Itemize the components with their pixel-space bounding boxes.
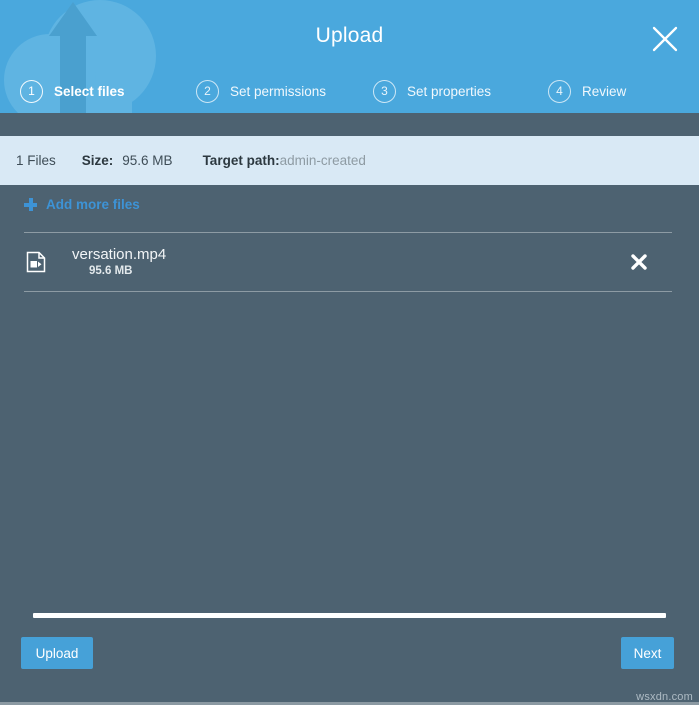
step-label: Review	[582, 83, 627, 99]
step-label: Set properties	[407, 83, 492, 99]
step-number: 2	[196, 79, 219, 103]
file-selection-panel: Add more files versation.mp4 95.6 MB	[0, 185, 699, 705]
step-label: Select files	[54, 83, 125, 99]
target-path-label: Target path:	[202, 153, 280, 168]
file-list: versation.mp4 95.6 MB	[24, 232, 672, 292]
file-count-label: 1 Files	[16, 153, 56, 168]
page-title: Upload	[315, 24, 384, 47]
remove-file-icon[interactable]	[630, 253, 648, 271]
step-set-properties[interactable]: 3 Set properties	[373, 74, 491, 108]
step-label: Set permissions	[230, 83, 327, 99]
file-size: 95.6 MB	[89, 264, 133, 277]
video-file-icon	[26, 251, 46, 273]
add-more-files-button[interactable]: Add more files	[24, 197, 140, 212]
file-name: versation.mp4	[72, 245, 167, 263]
step-indicator: 1 Select files 2 Set permissions 3 Set p…	[0, 74, 699, 108]
step-number: 1	[20, 79, 43, 103]
step-number: 3	[373, 79, 396, 103]
upload-progress-bar	[33, 613, 666, 618]
step-review[interactable]: 4 Review	[548, 74, 626, 108]
close-icon[interactable]	[649, 23, 681, 55]
target-path-value: admin-created	[279, 153, 366, 168]
step-set-permissions[interactable]: 2 Set permissions	[196, 74, 326, 108]
file-info: versation.mp4 95.6 MB	[72, 246, 166, 279]
table-row[interactable]: versation.mp4 95.6 MB	[24, 232, 672, 292]
header-divider	[0, 113, 699, 136]
upload-summary-bar: 1 Files Size: 95.6 MB Target path: admin…	[0, 136, 699, 185]
upload-button[interactable]: Upload	[21, 637, 93, 669]
step-select-files[interactable]: 1 Select files	[20, 74, 125, 108]
next-button[interactable]: Next	[621, 637, 674, 669]
size-value: 95.6 MB	[122, 153, 173, 168]
add-more-files-label: Add more files	[46, 197, 140, 212]
dialog-header: Upload 1 Select files 2 Set permissions …	[0, 0, 699, 113]
step-number: 4	[548, 79, 571, 103]
size-label: Size:	[81, 153, 114, 168]
plus-icon	[24, 198, 37, 211]
